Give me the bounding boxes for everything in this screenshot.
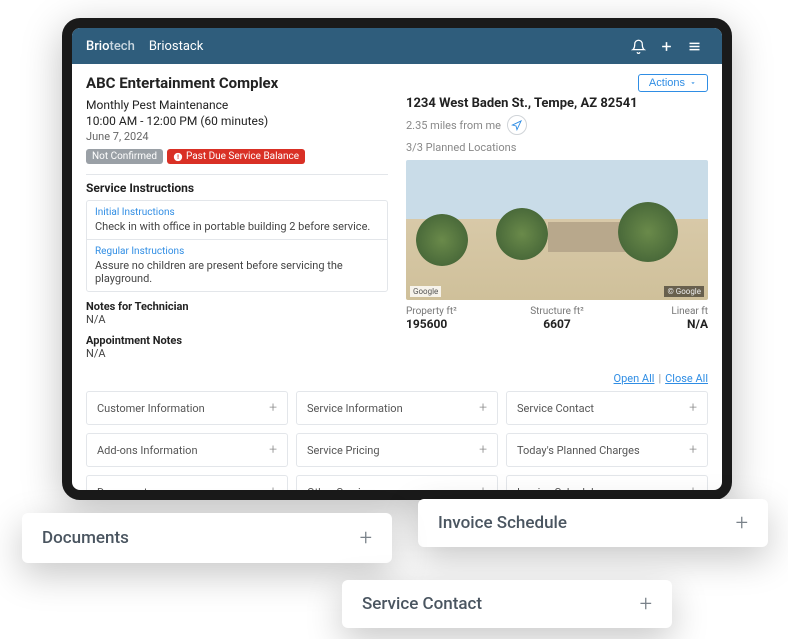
expand-icon: +: [479, 442, 487, 458]
service-time: 10:00 AM - 12:00 PM (60 minutes): [86, 114, 388, 128]
panel-service-contact[interactable]: Service Contact+: [506, 391, 708, 425]
service-instructions-heading: Service Instructions: [86, 174, 388, 195]
panel-customer-info[interactable]: Customer Information+: [86, 391, 288, 425]
linear-ft-value: N/A: [607, 317, 708, 331]
initial-instructions-label: Initial Instructions: [95, 207, 379, 218]
planned-locations: 3/3 Planned Locations: [406, 141, 708, 154]
open-close-toggle: Open All|Close All: [86, 372, 708, 385]
panel-charges[interactable]: Today's Planned Charges+: [506, 433, 708, 467]
street-view-image[interactable]: Google © Google: [406, 160, 708, 300]
expand-icon: +: [479, 484, 487, 490]
bell-icon[interactable]: [624, 32, 652, 60]
expand-icon: +: [360, 526, 372, 551]
menu-icon[interactable]: [680, 32, 708, 60]
distance-text: 2.35 miles from me: [406, 119, 501, 132]
instructions-box: Initial Instructions Check in with offic…: [86, 200, 388, 292]
google-attribution: Google: [410, 286, 441, 297]
close-all-link[interactable]: Close All: [665, 372, 708, 385]
content-area: ABC Entertainment Complex Actions Monthl…: [72, 64, 722, 490]
structure-ft-label: Structure ft²: [507, 306, 608, 317]
panel-pricing[interactable]: Service Pricing+: [296, 433, 498, 467]
expand-icon: +: [689, 400, 697, 416]
google-copyright: © Google: [664, 286, 704, 297]
panel-documents[interactable]: Documents+: [86, 475, 288, 490]
panel-invoice-schedule[interactable]: Invoice Schedule+: [506, 475, 708, 490]
regular-instructions-label: Regular Instructions: [95, 246, 379, 257]
open-all-link[interactable]: Open All: [614, 372, 655, 385]
past-due-badge: ! Past Due Service Balance: [167, 149, 305, 164]
panel-other-services[interactable]: Other Services+: [296, 475, 498, 490]
address: 1234 West Baden St., Tempe, AZ 82541: [406, 96, 708, 111]
panel-addons[interactable]: Add-ons Information+: [86, 433, 288, 467]
product-name: Briostack: [149, 39, 204, 54]
notes-technician-value: N/A: [86, 313, 388, 326]
appointment-notes-value: N/A: [86, 347, 388, 360]
navigate-icon[interactable]: [507, 115, 527, 135]
expand-icon: +: [689, 484, 697, 490]
expand-icon: +: [689, 442, 697, 458]
initial-instructions-text: Check in with office in portable buildin…: [95, 220, 379, 233]
appointment-notes-label: Appointment Notes: [86, 334, 388, 347]
regular-instructions-text: Assure no children are present before se…: [95, 259, 379, 285]
float-invoice-schedule[interactable]: Invoice Schedule+: [418, 499, 768, 547]
expand-icon: +: [736, 511, 748, 536]
panel-service-info[interactable]: Service Information+: [296, 391, 498, 425]
brand-logo: Briotech: [86, 39, 135, 54]
expand-icon: +: [269, 442, 277, 458]
expand-icon: +: [640, 592, 652, 617]
customer-name: ABC Entertainment Complex: [86, 74, 278, 92]
service-date: June 7, 2024: [86, 130, 388, 143]
plus-icon[interactable]: [652, 32, 680, 60]
not-confirmed-badge: Not Confirmed: [86, 149, 163, 164]
top-bar: Briotech Briostack: [72, 28, 722, 64]
float-documents[interactable]: Documents+: [22, 513, 392, 563]
property-ft-label: Property ft²: [406, 306, 507, 317]
linear-ft-label: Linear ft: [607, 306, 708, 317]
tablet-frame: Briotech Briostack ABC Entertainment Com…: [62, 18, 732, 500]
service-name: Monthly Pest Maintenance: [86, 98, 388, 112]
notes-technician-label: Notes for Technician: [86, 300, 388, 313]
svg-text:!: !: [177, 153, 179, 161]
property-ft-value: 195600: [406, 317, 507, 331]
actions-button[interactable]: Actions: [638, 74, 708, 92]
expand-icon: +: [479, 400, 487, 416]
expand-icon: +: [269, 400, 277, 416]
float-service-contact[interactable]: Service Contact+: [342, 580, 672, 628]
structure-ft-value: 6607: [507, 317, 608, 331]
expand-icon: +: [269, 484, 277, 490]
